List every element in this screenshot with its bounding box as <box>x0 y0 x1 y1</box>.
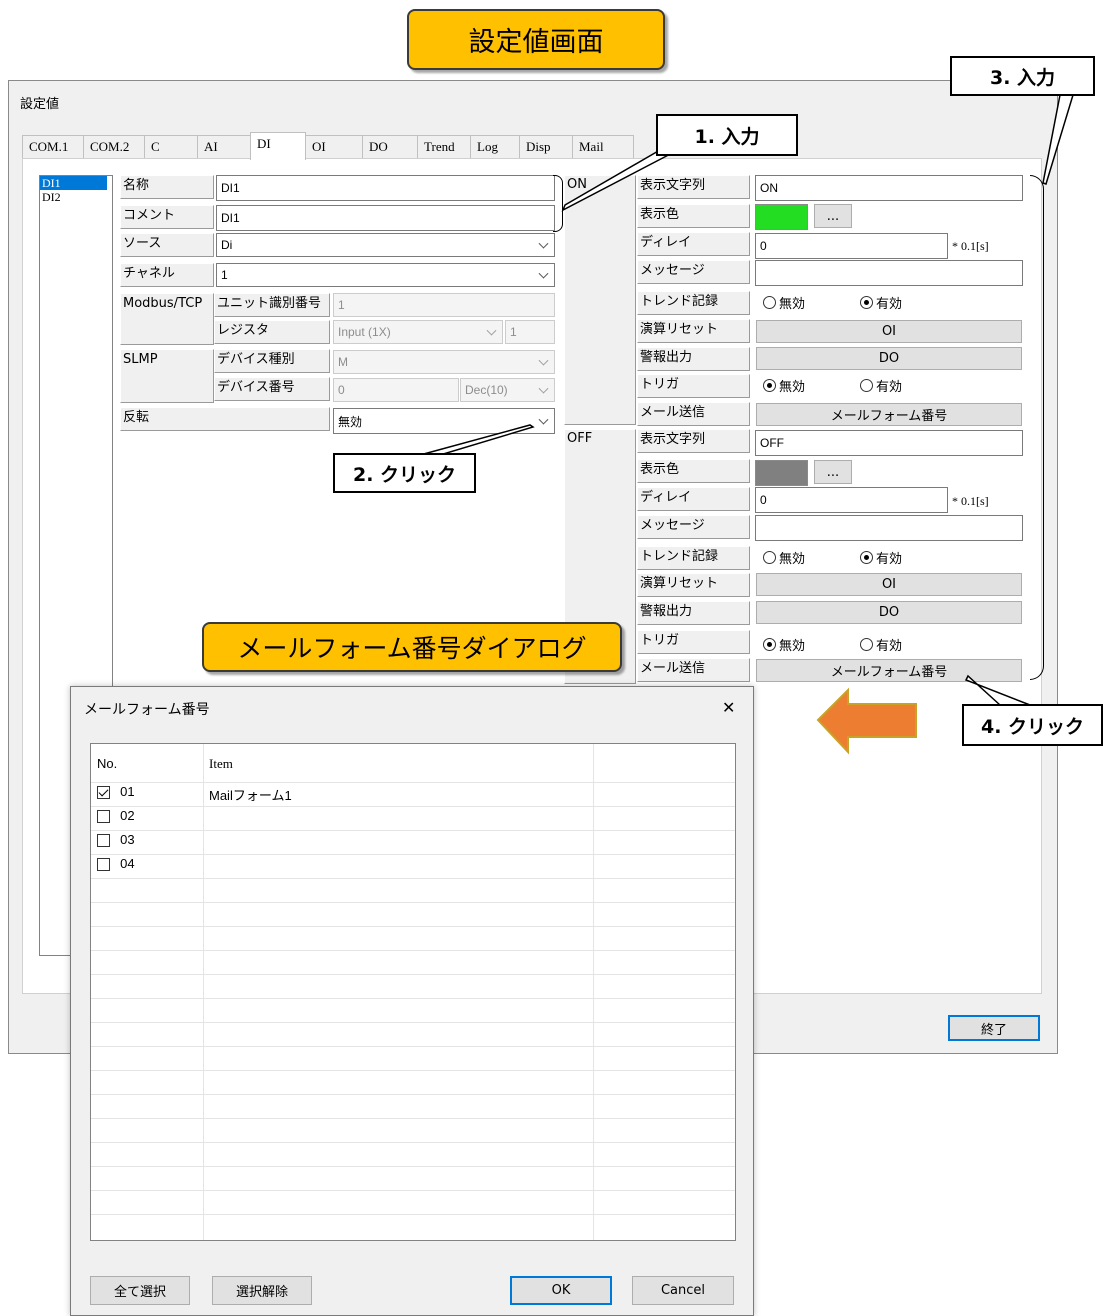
mail-dialog-callout-text: メールフォーム番号ダイアログ <box>237 634 587 663</box>
ok-button[interactable]: OK <box>510 1276 612 1305</box>
step1-text: 1. 入力 <box>694 125 760 148</box>
table-row[interactable]: 01 Mailフォーム1 <box>97 784 597 804</box>
leader-step2 <box>419 424 535 456</box>
step1-callout: 1. 入力 <box>656 114 798 156</box>
row-no: 02 <box>120 808 135 823</box>
tab-label: DI <box>257 136 271 151</box>
step4-text: 4. クリック <box>980 715 1085 738</box>
row-checkbox[interactable] <box>97 810 110 823</box>
column-header-item[interactable]: Item <box>209 756 233 772</box>
row-checkbox[interactable] <box>97 858 110 871</box>
deselect-all-button[interactable]: 選択解除 <box>212 1276 312 1305</box>
column-header-no[interactable]: No. <box>97 756 117 771</box>
mail-form-table[interactable]: No. Item 01 Mailフォーム1 02 03 04 <box>90 743 736 1241</box>
mail-dialog-callout: メールフォーム番号ダイアログ <box>202 622 622 672</box>
row-checkbox[interactable] <box>97 834 110 847</box>
row-no: 01 <box>120 784 135 799</box>
row-item: Mailフォーム1 <box>209 788 292 803</box>
table-row[interactable]: 04 <box>97 856 597 876</box>
step2-callout: 2. クリック <box>333 453 476 493</box>
leader-step1 <box>561 149 679 212</box>
cancel-button[interactable]: Cancel <box>632 1276 734 1305</box>
table-row[interactable]: 03 <box>97 832 597 852</box>
tab-di[interactable]: DI <box>250 132 306 160</box>
row-no: 03 <box>120 832 135 847</box>
table-row[interactable]: 02 <box>97 808 597 828</box>
dialog-close-icon[interactable]: ✕ <box>722 698 735 717</box>
step3-callout: 3. 入力 <box>950 56 1095 96</box>
arrow-left-icon <box>816 687 917 755</box>
step4-callout: 4. クリック <box>962 704 1103 746</box>
leader-step4 <box>964 674 1031 706</box>
row-no: 04 <box>120 856 135 871</box>
leader-step3 <box>1042 94 1075 185</box>
step2-text: 2. クリック <box>352 463 457 486</box>
dialog-title: メールフォーム番号 <box>84 702 210 718</box>
row-checkbox[interactable] <box>97 786 110 799</box>
step3-text: 3. 入力 <box>989 66 1056 89</box>
select-all-button[interactable]: 全て選択 <box>90 1276 190 1305</box>
